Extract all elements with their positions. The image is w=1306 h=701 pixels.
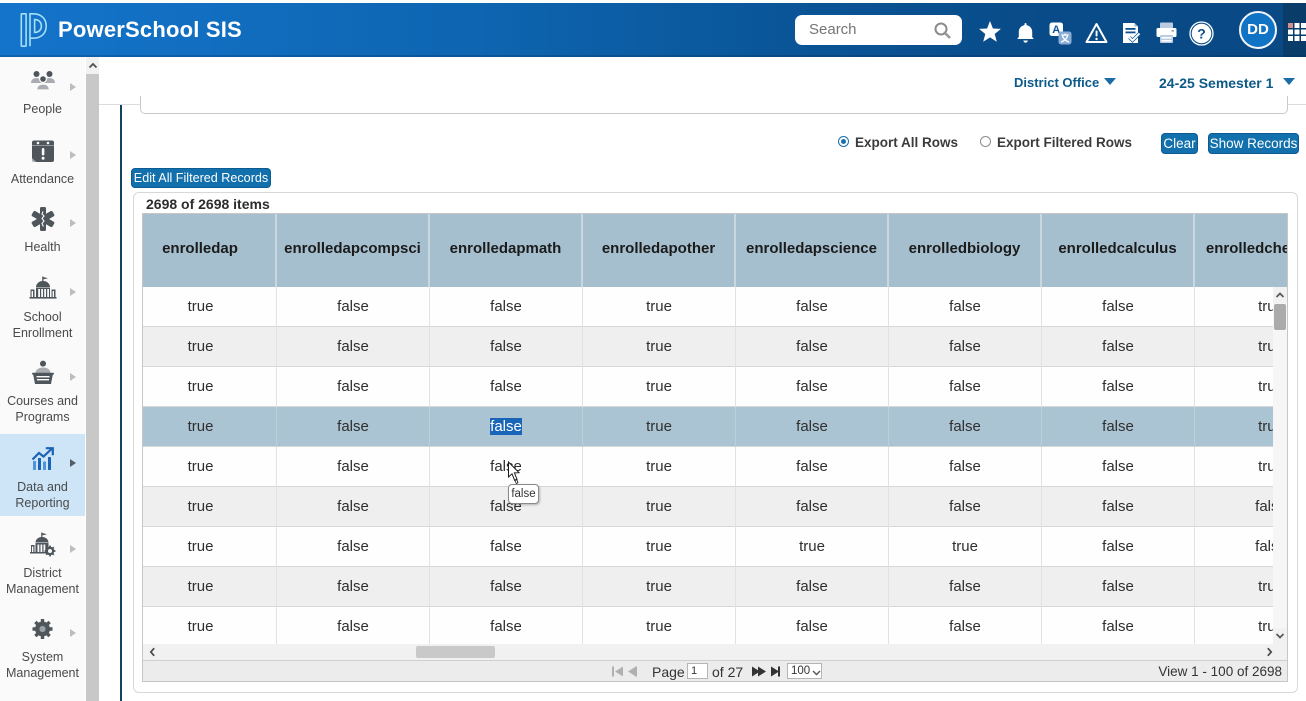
- svg-text:?: ?: [1197, 26, 1206, 42]
